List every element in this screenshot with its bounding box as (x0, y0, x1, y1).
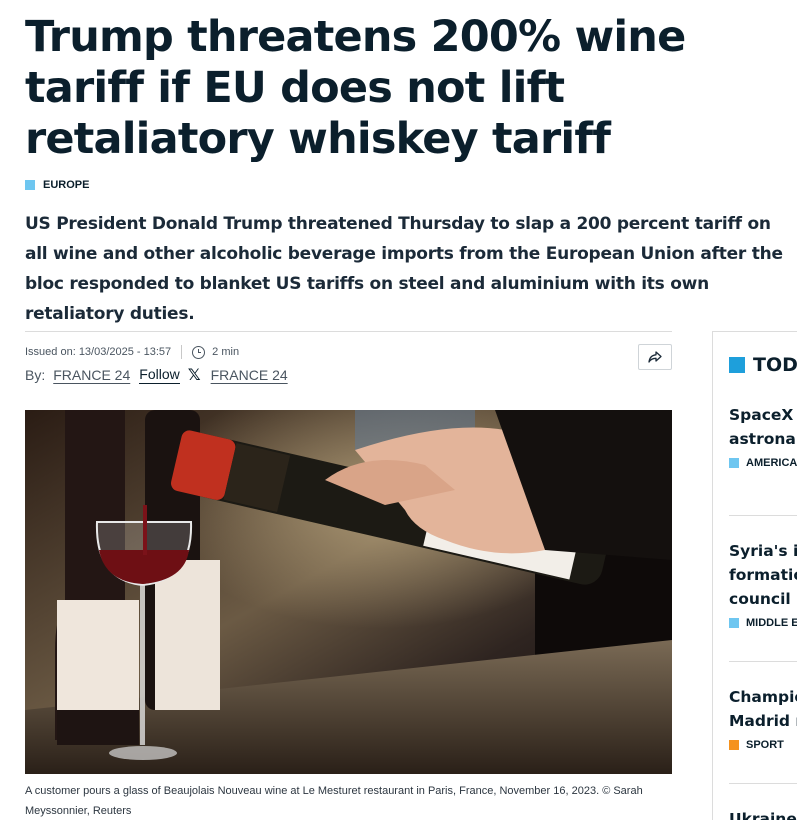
sidebar-story[interactable]: Ukraine c (729, 807, 797, 820)
section-square-icon (25, 180, 35, 190)
sidebar-story-title[interactable]: Ukraine c (729, 807, 797, 820)
share-icon (648, 351, 662, 363)
title-line[interactable]: astronau (729, 427, 797, 451)
sidebar-story-title[interactable]: Champio Madrid re (729, 685, 797, 733)
sidebar-story-category[interactable]: AMERICA (729, 457, 797, 469)
title-line[interactable]: SpaceX r (729, 403, 797, 427)
today-sidebar: TODA SpaceX r astronau AMERICA Syria's i… (712, 331, 797, 820)
category-square-icon (729, 740, 739, 750)
title-line[interactable]: Ukraine c (729, 807, 797, 820)
article-meta: Issued on: 13/03/2025 - 13:57 2 min (25, 344, 239, 360)
section-tag[interactable]: EUROPE (25, 178, 89, 192)
article-lede: US President Donald Trump threatened Thu… (25, 214, 783, 324)
category-label[interactable]: AMERICA (746, 457, 797, 469)
title-line[interactable]: formation (729, 563, 797, 587)
sidebar-story-category[interactable]: SPORT (729, 739, 797, 751)
section-tag-label[interactable]: EUROPE (43, 179, 89, 191)
category-square-icon (729, 618, 739, 628)
clock-icon (192, 345, 206, 359)
title-line[interactable]: council (729, 587, 797, 611)
read-time: 2 min (212, 346, 240, 358)
sidebar-heading-label: TODA (753, 354, 797, 376)
sidebar-story[interactable]: SpaceX r astronau AMERICA (729, 403, 797, 469)
meta-separator (181, 345, 183, 359)
x-logo-icon[interactable]: 𝕏 (188, 366, 201, 384)
by-label: By: (25, 367, 46, 383)
sidebar-story[interactable]: Syria's in formation council MIDDLE E (729, 539, 797, 629)
sidebar-story-title[interactable]: SpaceX r astronau (729, 403, 797, 451)
category-label[interactable]: SPORT (746, 739, 784, 751)
sidebar-story-category[interactable]: MIDDLE E (729, 617, 797, 629)
title-line[interactable]: Champio (729, 685, 797, 709)
sidebar-divider (729, 783, 797, 784)
sidebar-divider (729, 661, 797, 662)
heading-square-icon (729, 357, 745, 373)
share-button[interactable] (638, 344, 672, 370)
title-line[interactable]: Syria's in (729, 539, 797, 563)
sidebar-divider (729, 515, 797, 516)
article-headline: Trump threatens 200% wine tariff if EU d… (25, 12, 686, 164)
sidebar-story-title[interactable]: Syria's in formation council (729, 539, 797, 611)
title-line[interactable]: Madrid re (729, 709, 797, 733)
x-author-link[interactable]: FRANCE 24 (211, 367, 288, 383)
category-label[interactable]: MIDDLE E (746, 617, 797, 629)
byline: By: FRANCE 24 Follow 𝕏 FRANCE 24 (25, 366, 288, 384)
category-square-icon (729, 458, 739, 468)
sidebar-story[interactable]: Champio Madrid re SPORT (729, 685, 797, 751)
article-photo (25, 410, 672, 774)
photo-caption: A customer pours a glass of Beaujolais N… (25, 785, 643, 817)
divider (25, 331, 672, 332)
author-link[interactable]: FRANCE 24 (53, 367, 130, 383)
follow-button[interactable]: Follow (139, 366, 180, 384)
issued-date: Issued on: 13/03/2025 - 13:57 (25, 346, 172, 358)
sidebar-heading: TODA (729, 354, 797, 376)
